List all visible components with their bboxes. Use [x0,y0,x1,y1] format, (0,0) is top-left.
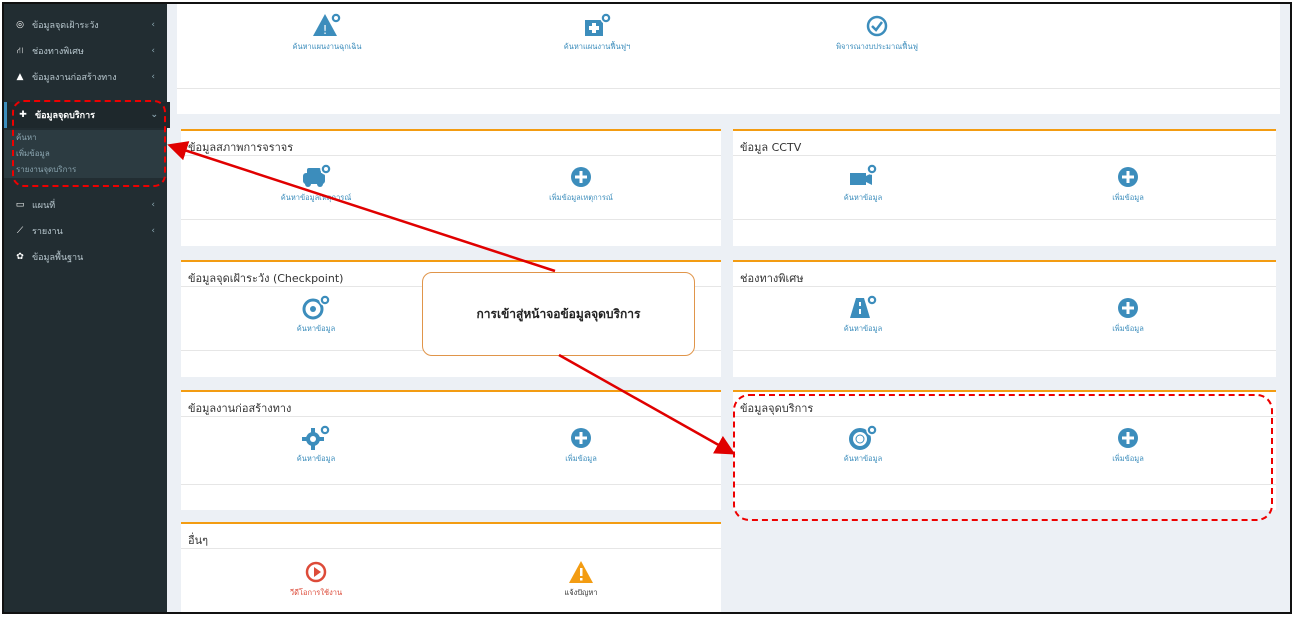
sidebar: ◎ ข้อมูลจุดเฝ้าระวัง ‹ ⛙ ช่องทางพิเศษ ‹ … [4,4,170,612]
sidebar-item-label: ข้อมูลจุดเฝ้าระวัง [32,21,99,31]
panel-title: ข้อมูล CCTV [740,141,802,154]
medkit-search-icon [585,12,612,36]
tile-search-special-lane[interactable]: ค้นหาข้อมูล [763,294,963,335]
tile-label: เพิ่มข้อมูล [1112,324,1144,333]
sidebar-item-label: ข้อมูลพื้นฐาน [32,253,84,263]
sidebar-item-special-lane[interactable]: ⛙ ช่องทางพิเศษ ‹ [4,38,167,64]
tile-search-construction[interactable]: ค้นหาข้อมูล [216,424,416,465]
warning-icon [569,561,593,583]
divider [733,286,1276,287]
road-icon: ⛙ [16,45,24,56]
target-search-icon [302,294,331,320]
gear-search-icon [302,424,331,450]
tile-search-incident[interactable]: ค้นหาข้อมูลเหตุการณ์ [216,163,416,204]
sidebar-item-label: ข้อมูลงานก่อสร้างทาง [32,73,117,83]
panel-title: ช่องทางพิเศษ [740,272,804,285]
callout-box: การเข้าสู่หน้าจอข้อมูลจุดบริการ [422,272,695,356]
sidebar-item-report[interactable]: ⟋ รายงาน ‹ [4,218,167,244]
divider [733,155,1276,156]
divider [177,88,1280,89]
tile-label: ค้นหาข้อมูลเหตุการณ์ [280,193,352,202]
tile-label: เพิ่มข้อมูล [1112,193,1144,202]
plus-circle-icon [571,428,591,448]
tile-label: ค้นหาข้อมูล [843,324,883,333]
screenshot-frame: ◎ ข้อมูลจุดเฝ้าระวัง ‹ ⛙ ช่องทางพิเศษ ‹ … [2,2,1292,614]
tile-consider-budget[interactable]: พิจารณางบประมาณฟื้นฟู [777,12,977,53]
tile-label: แจ้งปัญหา [564,588,598,597]
chart-icon: ⟋ [16,226,24,236]
tile-label: วีดีโอการใช้งาน [289,588,343,597]
sidebar-item-construction[interactable]: ▲ ข้อมูลงานก่อสร้างทาง ‹ [4,64,167,90]
divider [181,155,721,156]
chevron-left-icon: ‹ [151,200,155,210]
tile-label: ค้นหาข้อมูล [296,454,336,463]
tile-add-cctv[interactable]: เพิ่มข้อมูล [1028,163,1228,204]
warning-search-icon: ! [313,12,342,37]
tile-label: เพิ่มข้อมูล [565,454,597,463]
road-search-icon [850,294,878,318]
divider [181,219,721,220]
sidebar-item-label: ช่องทางพิเศษ [32,47,84,57]
plus-circle-icon [1118,298,1138,318]
car-search-icon [303,163,332,187]
tile-label: ค้นหาแผนงานฉุกเฉิน [292,42,362,51]
warning-icon: ▲ [16,72,24,82]
tile-video-tutorial[interactable]: วีดีโอการใช้งาน [216,558,416,599]
plan-panel: ! ค้นหาแผนงานฉุกเฉิน ค้นหาแผนงานฟื้นฟูฯ … [177,4,1280,114]
tile-label: ค้นหาข้อมูล [296,324,336,333]
construction-panel: ข้อมูลงานก่อสร้างทาง ค้นหาข้อมูล เพิ่มข้… [181,390,721,510]
tile-search-emergency-plan[interactable]: ! ค้นหาแผนงานฉุกเฉิน [227,12,427,53]
play-circle-icon [305,561,327,583]
cctv-panel: ข้อมูล CCTV ค้นหาข้อมูล เพิ่มข้อมูล [733,129,1276,246]
sidebar-item-checkpoint[interactable]: ◎ ข้อมูลจุดเฝ้าระวัง ‹ [4,12,167,38]
svg-text:!: ! [323,23,328,37]
divider [181,416,721,417]
chevron-left-icon: ‹ [151,46,155,56]
other-panel: อื่นๆ วีดีโอการใช้งาน แจ้งปัญหา [181,522,721,612]
sidebar-item-map[interactable]: ▭ แผนที่ ‹ [4,192,167,218]
special-lane-panel: ช่องทางพิเศษ ค้นหาข้อมูล เพิ่มข้อมูล [733,260,1276,377]
tile-add-special-lane[interactable]: เพิ่มข้อมูล [1028,294,1228,335]
plus-circle-icon [1118,167,1138,187]
tile-label: ค้นหาข้อมูล [843,193,883,202]
crosshair-icon: ◎ [16,20,24,30]
chevron-left-icon: ‹ [151,20,155,30]
sidebar-highlight-box [12,100,166,187]
tile-label: ค้นหาแผนงานฟื้นฟูฯ [563,42,631,51]
sidebar-item-label: แผนที่ [32,201,56,211]
plus-circle-icon [571,167,591,187]
map-icon: ▭ [15,200,25,210]
divider [181,484,721,485]
divider [181,548,721,549]
traffic-panel: ข้อมูลสภาพการจราจร ค้นหาข้อมูลเหตุการณ์ … [181,129,721,246]
divider [733,219,1276,220]
check-circle-icon [866,15,888,37]
tile-add-incident[interactable]: เพิ่มข้อมูลเหตุการณ์ [481,163,681,204]
panel-title: ข้อมูลงานก่อสร้างทาง [188,402,292,415]
tile-search-cctv[interactable]: ค้นหาข้อมูล [763,163,963,204]
panel-title: ข้อมูลสภาพการจราจร [188,141,294,154]
chevron-left-icon: ‹ [151,226,155,236]
sidebar-item-label: รายงาน [32,227,63,237]
divider [733,350,1276,351]
tile-add-construction[interactable]: เพิ่มข้อมูล [481,424,681,465]
tile-search-checkpoint[interactable]: ค้นหาข้อมูล [216,294,416,335]
tile-report-problem[interactable]: แจ้งปัญหา [481,558,681,599]
tile-search-recovery-plan[interactable]: ค้นหาแผนงานฟื้นฟูฯ [497,12,697,53]
camera-search-icon [850,163,878,185]
chevron-left-icon: ‹ [151,72,155,82]
sidebar-item-basic-data[interactable]: ✿ ข้อมูลพื้นฐาน [4,244,167,270]
tile-label: พิจารณางบประมาณฟื้นฟู [836,42,918,51]
panel-title: ข้อมูลจุดเฝ้าระวัง (Checkpoint) [188,272,344,285]
gear-icon: ✿ [16,252,24,262]
tile-label: เพิ่มข้อมูลเหตุการณ์ [549,193,613,202]
service-panel-highlight-box [733,394,1273,521]
panel-title: อื่นๆ [188,534,209,547]
